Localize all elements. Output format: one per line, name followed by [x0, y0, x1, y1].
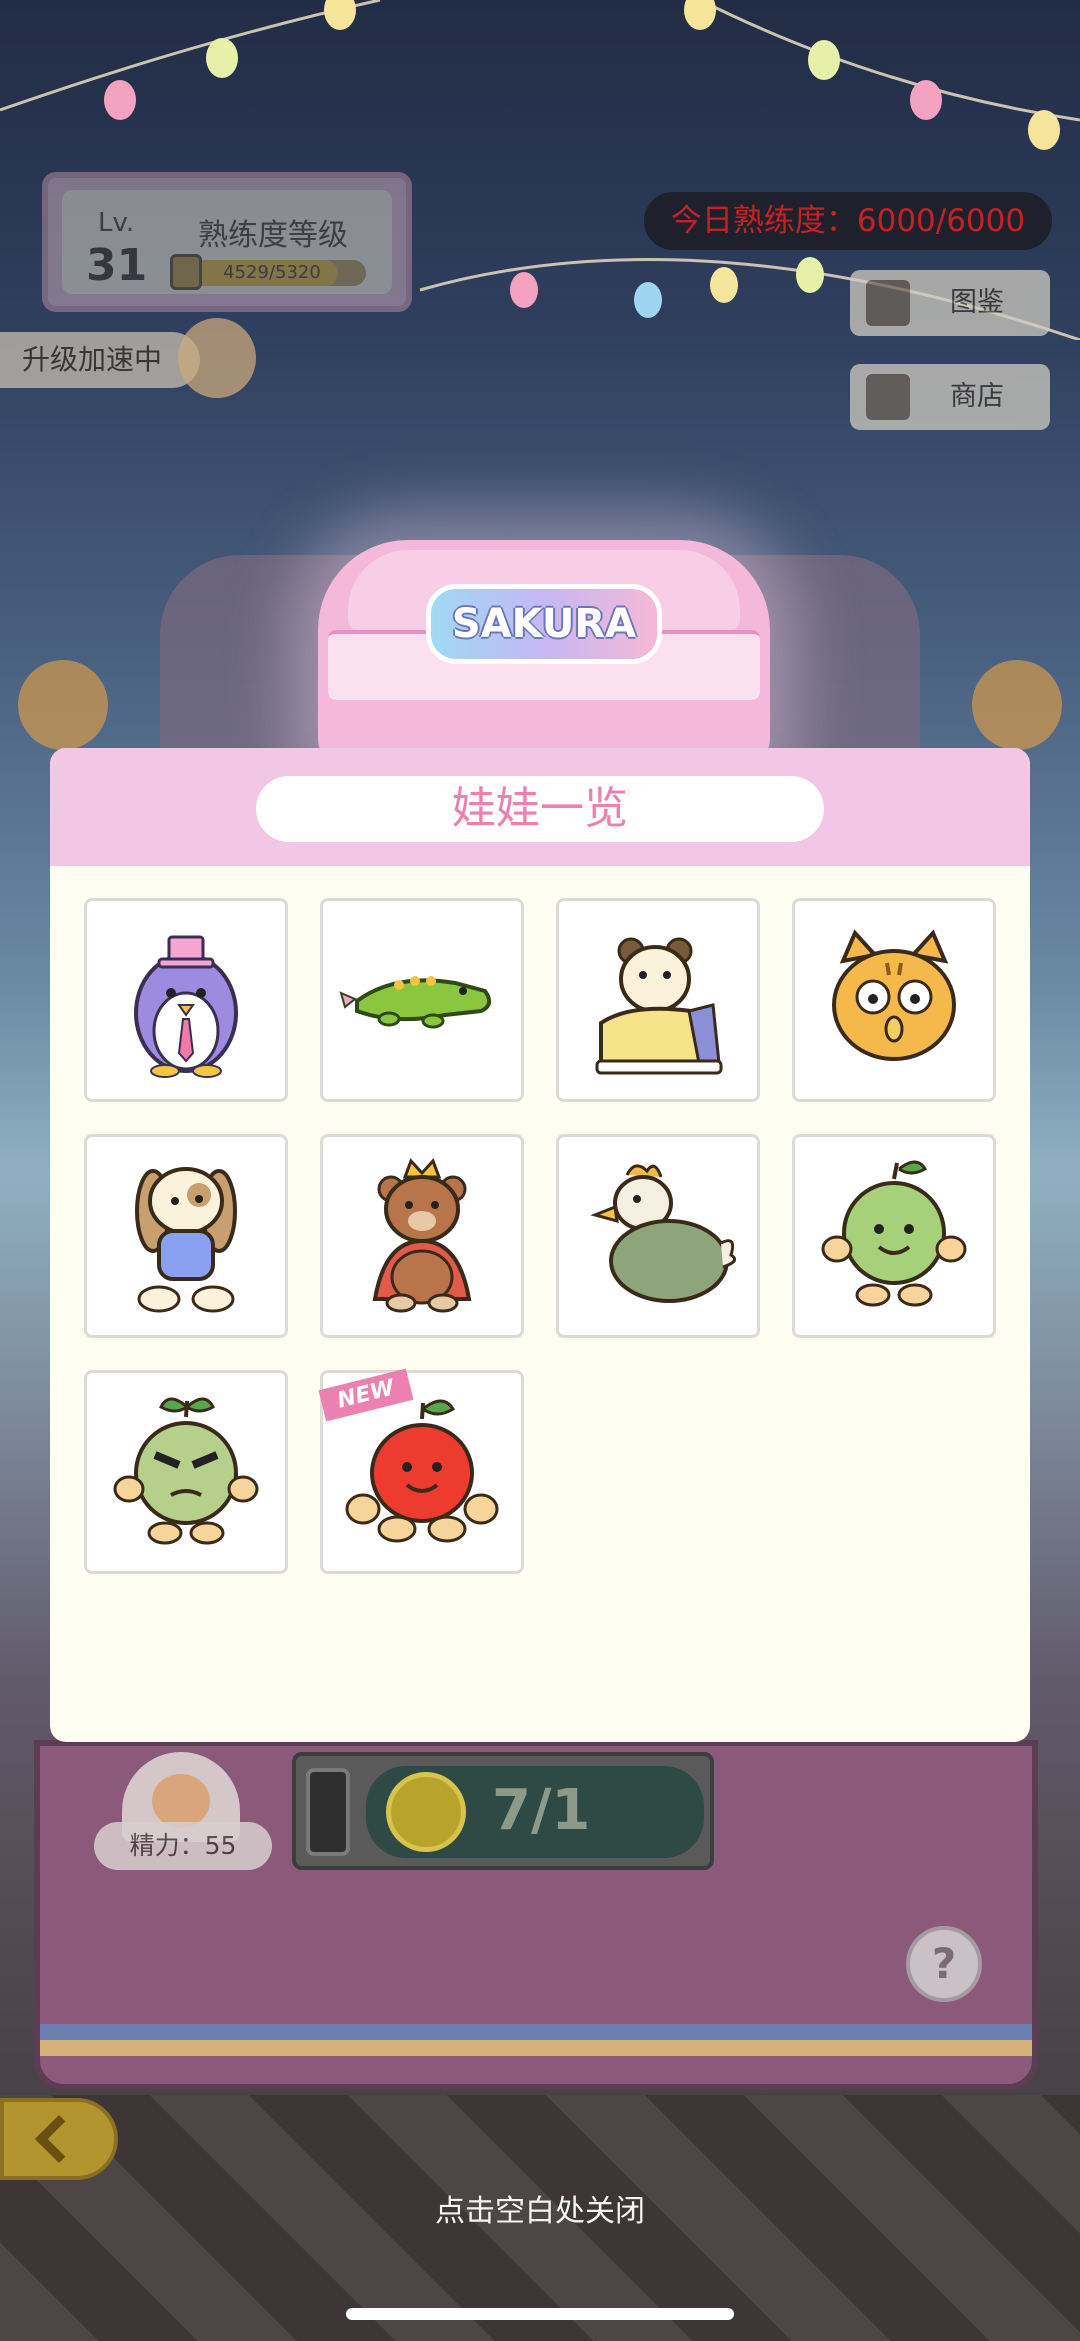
upgrade-status-tag: 升级加速中 — [0, 332, 200, 388]
doll-card[interactable] — [84, 898, 288, 1102]
doll-card[interactable] — [84, 1370, 288, 1574]
bunny-doll-icon — [135, 1167, 237, 1313]
sakura-sign: SAKURA — [318, 540, 770, 760]
doll-card[interactable]: NEW — [318, 1368, 524, 1574]
level-panel: Lv. 31 熟练度等级 4529/5320 — [42, 172, 412, 312]
help-button[interactable]: ? — [906, 1926, 982, 2002]
doll-card[interactable] — [556, 1134, 760, 1338]
coin-slot-panel[interactable]: 7/1 — [292, 1752, 714, 1870]
avatar — [178, 318, 256, 398]
machine-ornament-ball — [18, 660, 108, 750]
proficiency-title: 熟练度等级 — [198, 218, 348, 253]
coin-icon — [386, 1772, 466, 1852]
encyclopedia-label: 图鉴 — [950, 287, 1004, 318]
close-hint[interactable]: 点击空白处关闭 — [0, 2186, 1080, 2230]
notebook-icon — [866, 280, 910, 326]
book-icon — [170, 254, 202, 290]
encyclopedia-button[interactable]: 图鉴 — [850, 270, 1050, 336]
green-apple-doll-icon — [821, 1160, 967, 1307]
shop-button[interactable]: 商店 — [850, 364, 1050, 430]
doll-list-modal: 娃娃一览 NEW — [50, 748, 1030, 1742]
doll-card[interactable] — [320, 1134, 524, 1338]
doll-card[interactable] — [556, 898, 760, 1102]
sakura-logo: SAKURA — [426, 584, 662, 664]
back-button[interactable] — [0, 2098, 118, 2180]
tiger-cat-doll-icon — [832, 929, 956, 1061]
proficiency-progress-bar: 4529/5320 — [178, 260, 366, 286]
hamster-shoe-doll-icon — [595, 937, 723, 1075]
angry-apple-doll-icon — [113, 1397, 259, 1545]
king-bear-doll-icon — [372, 1158, 472, 1313]
doll-card[interactable] — [84, 1134, 288, 1338]
shop-label: 商店 — [950, 381, 1004, 412]
modal-header: 娃娃一览 — [50, 748, 1030, 866]
proficiency-progress-text: 4529/5320 — [223, 262, 321, 283]
machine-ornament-ball — [972, 660, 1062, 750]
doll-card[interactable] — [320, 898, 524, 1102]
doll-card[interactable] — [792, 1134, 996, 1338]
today-proficiency-label: 今日熟练度：6000/6000 — [644, 192, 1052, 250]
level-label: Lv. — [98, 208, 135, 238]
back-arrow-icon — [34, 2114, 84, 2164]
home-indicator[interactable] — [346, 2308, 734, 2320]
modal-title: 娃娃一览 — [256, 776, 824, 842]
crocodile-doll-icon — [339, 976, 492, 1029]
penguin-doll-icon — [134, 935, 238, 1078]
coin-count: 7/1 — [492, 1778, 591, 1843]
energy-label: 精力：55 — [94, 1822, 272, 1870]
doll-card[interactable] — [792, 898, 996, 1102]
store-icon — [866, 374, 910, 420]
duck-doll-icon — [590, 1164, 737, 1303]
lever-handle[interactable] — [306, 1768, 350, 1856]
level-number: 31 — [86, 240, 148, 291]
